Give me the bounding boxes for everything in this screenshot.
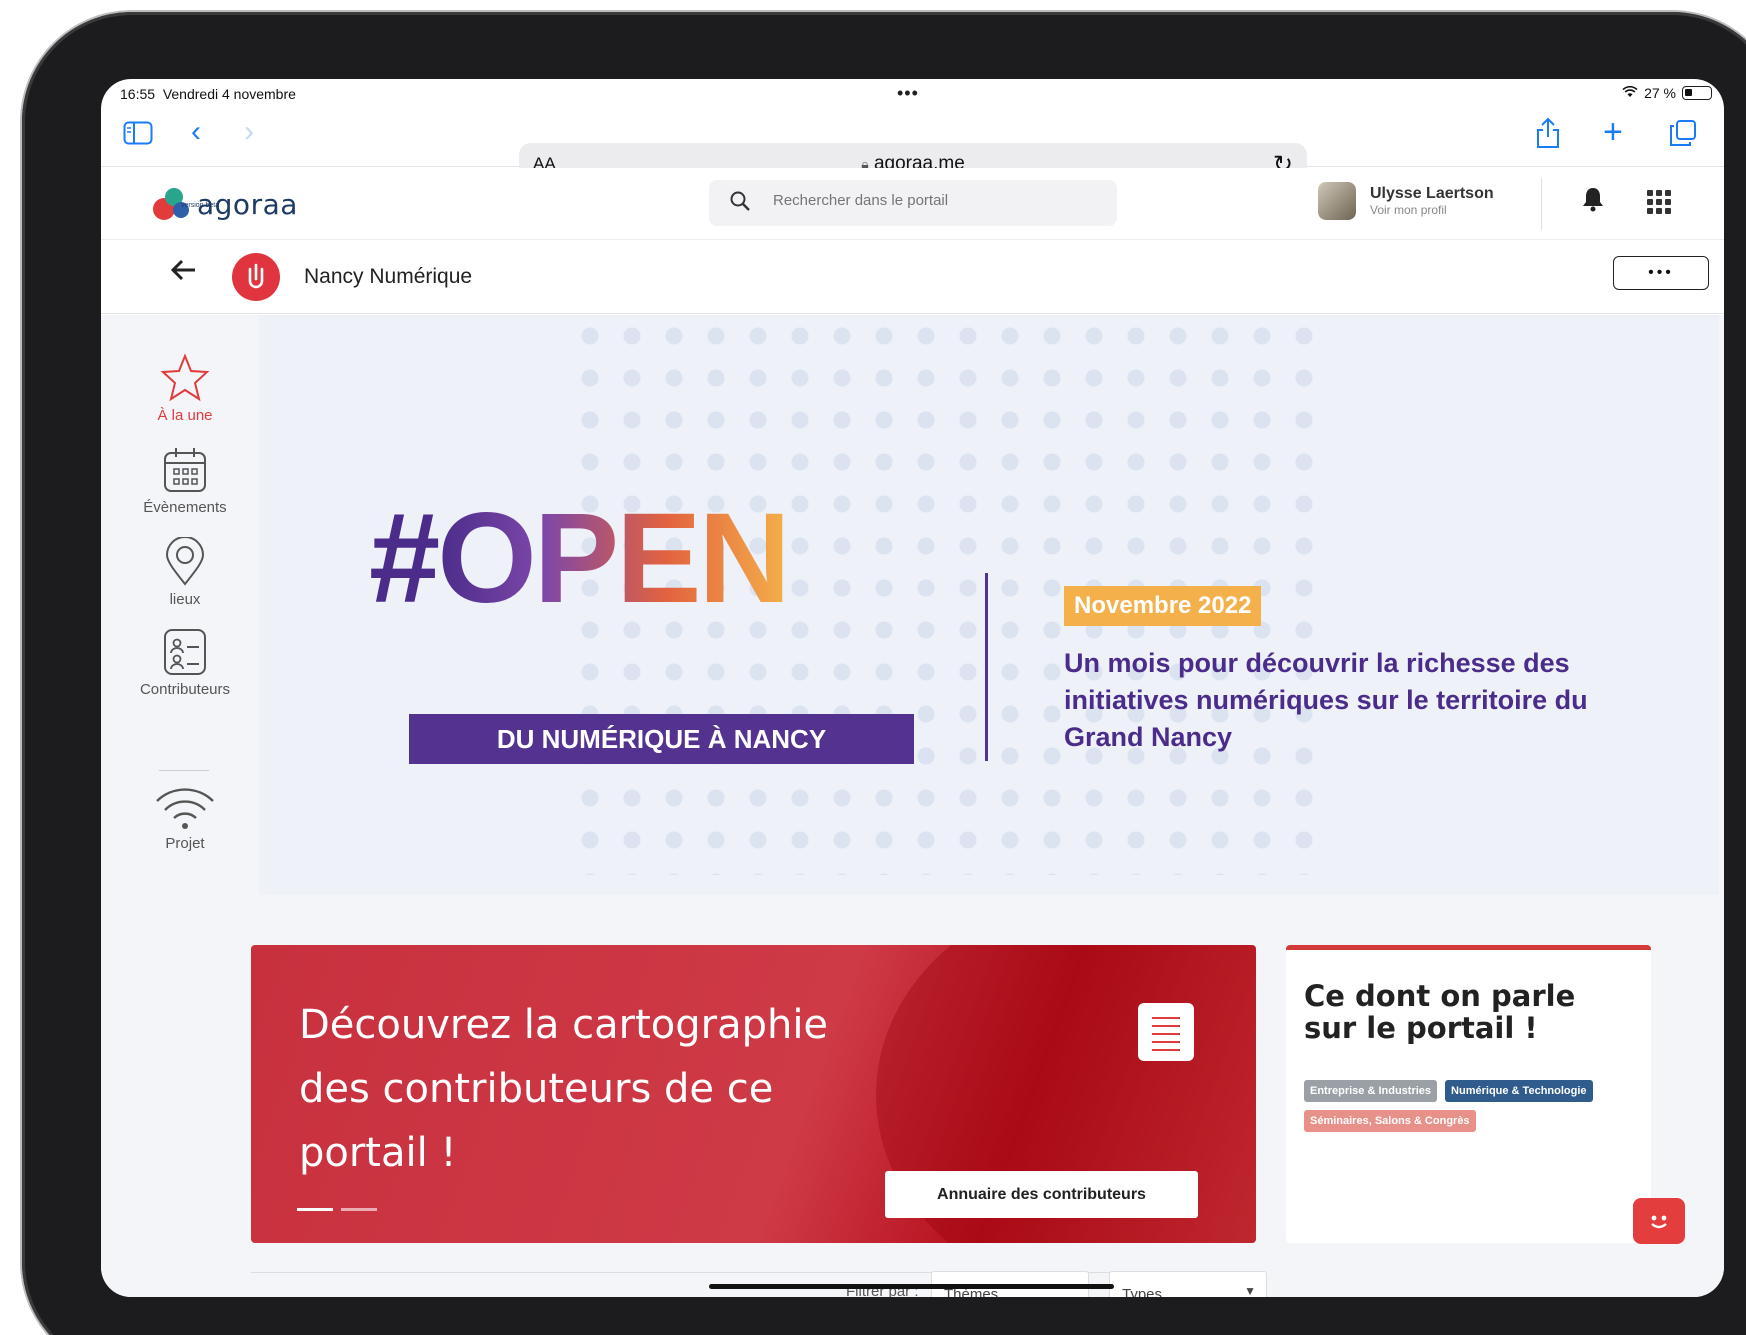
sidebar-item-evenements[interactable]: Évènements — [101, 445, 269, 516]
status-date: Vendredi 4 novembre — [162, 86, 296, 102]
calendar-icon — [164, 448, 206, 492]
agoraa-logo[interactable]: agoraa — [153, 186, 298, 224]
carousel-dot-active[interactable] — [297, 1208, 333, 1211]
chat-bubble-icon[interactable] — [1633, 1198, 1685, 1244]
carousel-indicator[interactable] — [297, 1208, 377, 1211]
battery-percent: 27 % — [1644, 85, 1676, 101]
wifi-status-icon — [1622, 85, 1638, 101]
tag-numerique-technologie[interactable]: Numérique & Technologie — [1445, 1080, 1593, 1102]
status-bar: 16:55 Vendredi 4 novembre ••• 27 % — [101, 79, 1724, 109]
back-icon[interactable]: ‹ — [191, 117, 201, 147]
sidebar-divider — [159, 770, 209, 771]
ipad-screen: 16:55 Vendredi 4 novembre ••• 27 % ‹ › A… — [101, 79, 1724, 1297]
status-time: 16:55 — [120, 86, 156, 102]
trending-topics-card: Ce dont on parle sur le portail ! Entrep… — [1286, 945, 1651, 1243]
tag-entreprise-industries[interactable]: Entreprise & Industries — [1304, 1080, 1438, 1102]
title-hash: # — [369, 487, 440, 630]
header-divider — [1541, 178, 1542, 230]
sidebar-item-label: Contributeurs — [139, 681, 231, 698]
tabs-overview-icon[interactable] — [1669, 119, 1697, 153]
home-indicator[interactable] — [709, 1284, 1114, 1289]
sidebar-item-label: Projet — [165, 835, 205, 852]
back-arrow-icon[interactable] — [170, 256, 197, 290]
sidebar-item-label: Évènements — [143, 499, 227, 516]
battery-icon — [1682, 86, 1712, 100]
promo-title: Découvrez la cartographie des contribute… — [299, 1002, 829, 1176]
apps-grid-icon[interactable] — [1647, 190, 1671, 214]
star-icon — [160, 353, 210, 402]
banner-description: Un mois pour découvrir la richesse des i… — [1064, 648, 1588, 752]
search-icon — [729, 190, 751, 218]
contributors-list-icon — [1138, 1003, 1194, 1061]
title-open: OPEN — [437, 487, 791, 630]
portal-name: Nancy Numérique — [304, 265, 473, 288]
sidebar-item-lieux[interactable]: lieux — [101, 537, 269, 608]
month-badge: Novembre 2022 — [1064, 586, 1262, 626]
location-pin-icon — [165, 537, 205, 586]
portal-sidebar: À la une Évènements lieux Contributeurs — [101, 315, 269, 1297]
share-icon[interactable] — [1535, 117, 1561, 155]
types-filter-select[interactable]: Types ▼ — [1109, 1271, 1267, 1297]
trending-title: Ce dont on parle sur le portail ! — [1304, 979, 1576, 1045]
notification-bell-icon[interactable] — [1581, 186, 1605, 219]
wifi-icon — [156, 788, 214, 829]
types-filter-value: Types — [1122, 1286, 1163, 1297]
sidebar-item-a-la-une[interactable]: À la une — [101, 353, 269, 424]
sidebar-item-contributeurs[interactable]: Contributeurs — [101, 627, 269, 698]
status-right: 27 % — [1622, 85, 1712, 101]
sidebar-toggle-icon[interactable] — [123, 121, 153, 151]
sidebar-item-label: lieux — [169, 591, 201, 608]
safari-toolbar: ‹ › AA 🔒︎ agoraa.me ↻ + — [101, 109, 1724, 185]
tag-seminaires-salons-congres[interactable]: Séminaires, Salons & Congrès — [1304, 1110, 1476, 1132]
search-box[interactable] — [709, 180, 1117, 226]
new-tab-icon[interactable]: + — [1603, 115, 1623, 149]
profile-text: Ulysse Laertson Voir mon profil — [1370, 185, 1494, 217]
banner-subtitle: DU NUMÉRIQUE À NANCY — [409, 714, 914, 764]
sidebar-item-projet[interactable]: Projet — [101, 787, 269, 852]
user-profile[interactable]: Ulysse Laertson Voir mon profil — [1318, 182, 1494, 220]
chevron-down-icon: ▼ — [1244, 1284, 1256, 1297]
carousel-dot[interactable] — [341, 1208, 377, 1211]
portal-content: À la une Évènements lieux Contributeurs — [101, 315, 1724, 1297]
ipad-frame: 16:55 Vendredi 4 novembre ••• 27 % ‹ › A… — [22, 12, 1746, 1335]
contributors-list-icon — [164, 629, 206, 675]
sidebar-item-label: À la une — [157, 407, 213, 424]
tag-list: Entreprise & Industries Numérique & Tech… — [1304, 1080, 1644, 1132]
logo-version: version beta — [181, 202, 220, 209]
filter-bar: Filtrer par : Thèmes Types ▼ — [251, 1265, 1651, 1297]
banner-divider — [985, 573, 988, 761]
multitasking-dots-icon[interactable]: ••• — [897, 83, 919, 104]
portal-logo-icon — [232, 253, 280, 301]
hero-banner[interactable]: #OPEN DU NUMÉRIQUE À NANCY Novembre 2022… — [259, 315, 1719, 895]
portal-header: Nancy Numérique ••• — [101, 240, 1724, 314]
contributors-promo-card: Découvrez la cartographie des contribute… — [251, 945, 1256, 1243]
view-profile-link[interactable]: Voir mon profil — [1370, 203, 1494, 217]
status-time-date: 16:55 Vendredi 4 novembre — [120, 86, 296, 102]
forward-icon[interactable]: › — [244, 117, 254, 147]
open-event-title: #OPEN — [369, 495, 791, 623]
search-input[interactable] — [773, 192, 1093, 209]
avatar[interactable] — [1318, 182, 1356, 220]
more-options-button[interactable]: ••• — [1613, 256, 1709, 290]
user-name: Ulysse Laertson — [1370, 185, 1494, 202]
app-header: agoraa version beta Ulysse Laertson Voir… — [101, 168, 1724, 240]
contributors-directory-button[interactable]: Annuaire des contributeurs — [885, 1171, 1198, 1218]
